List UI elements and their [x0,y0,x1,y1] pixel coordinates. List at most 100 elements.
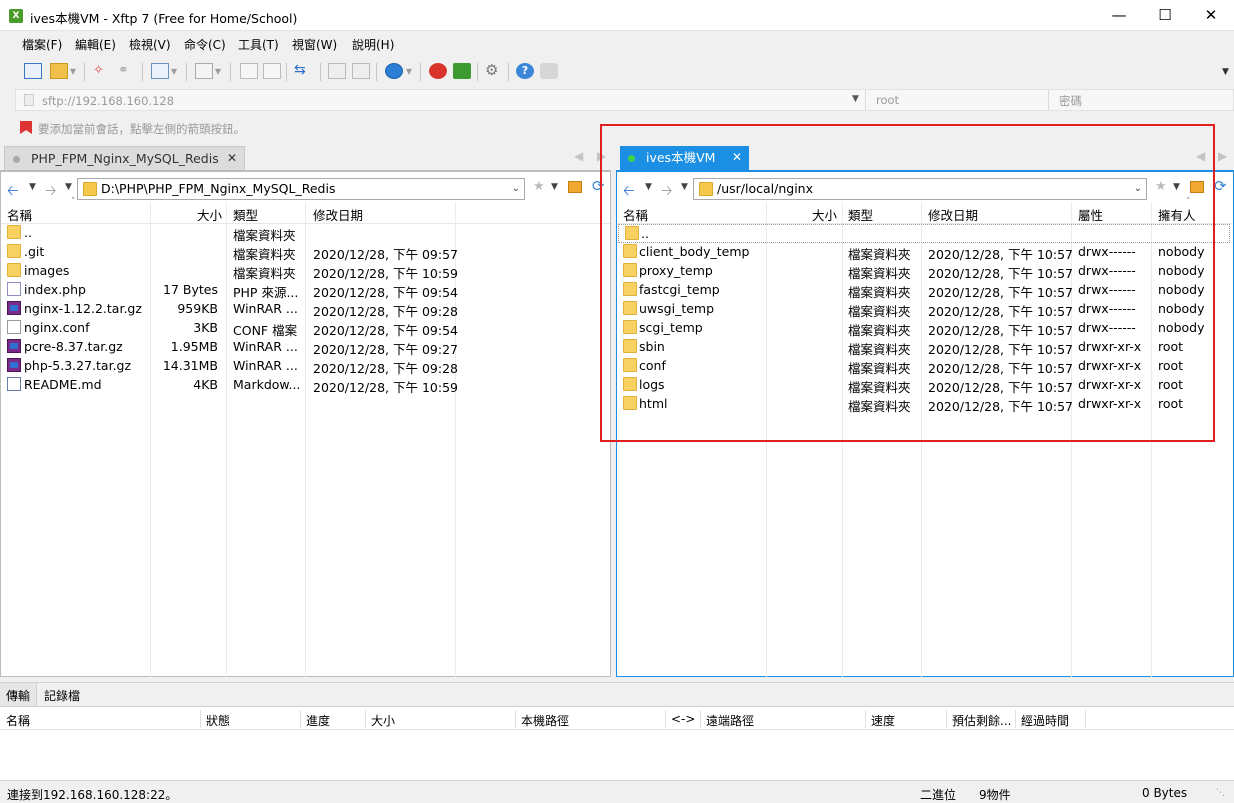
forward-dropdown-icon[interactable]: ▼ [65,182,72,192]
local-path-input[interactable]: D:\PHP\PHP_FPM_Nginx_MySQL_Redis ⌄ [77,178,525,200]
xfer-col-size[interactable]: 大小 [371,712,395,729]
tab-local[interactable]: PHP_FPM_Nginx_MySQL_Redis ✕ [4,146,245,170]
xfer-col-direction[interactable]: <-> [671,712,695,726]
table-row[interactable]: php-5.3.27.tar.gz 14.31MB WinRAR ... 2020/1… [1,357,610,376]
file-name: nginx.conf [24,320,90,335]
xfer-col-remote-path[interactable]: 遠端路徑 [706,712,754,729]
refresh-icon[interactable]: ⟳ [1214,177,1227,195]
toolbar-overflow-icon[interactable]: ▼ [1222,67,1229,77]
compare-icon[interactable] [352,63,370,79]
tab-local-close-icon[interactable]: ✕ [227,147,237,170]
folder-icon [7,263,21,277]
file-size: 4KB [193,377,218,392]
file-type: 檔案資料夾 [233,266,296,281]
paste-icon[interactable] [263,63,281,79]
favorite-dropdown-icon[interactable]: ▼ [551,182,558,192]
col-date[interactable]: 修改日期 [313,205,363,224]
tab-transfer[interactable]: 傳輸 [0,683,38,707]
path-dropdown-icon[interactable]: ⌄ [512,179,520,199]
toolbar-separator [376,63,377,81]
reconnect-icon[interactable]: ⚭ [118,63,136,79]
xfer-col-speed[interactable]: 速度 [871,712,895,729]
table-row[interactable]: .. 檔案資料夾 [1,224,610,243]
toolbar-separator [84,63,85,81]
address-input[interactable]: sftp://192.168.160.128 [42,94,174,108]
properties-dropdown-icon[interactable]: ▾ [171,64,177,78]
column-divider [1015,710,1016,728]
sort-arrow-icon: ˄ [71,197,76,207]
xfer-col-progress[interactable]: 進度 [306,712,330,729]
home-folder-icon[interactable] [568,181,582,193]
xfer-col-elapsed[interactable]: 經過時間 [1021,712,1069,729]
transfer-icon[interactable]: ⇆ [294,63,312,79]
table-row[interactable]: pcre-8.37.tar.gz 1.95MB WinRAR ... 2020/12/… [1,338,610,357]
close-button[interactable]: ✕ [1188,0,1234,31]
menu-help[interactable]: 說明(H) [352,36,394,53]
bookmark-arrow-icon[interactable] [20,121,32,134]
xfer-col-status[interactable]: 狀態 [206,712,230,729]
back-arrow-icon[interactable]: 🡠 [7,180,18,204]
menu-command[interactable]: 命令(C) [184,36,226,53]
forward-arrow-icon[interactable]: 🡢 [45,180,56,204]
minimize-button[interactable]: — [1096,0,1142,31]
col-size[interactable]: 大小 [197,205,222,224]
password-input[interactable]: 密碼 [1059,93,1082,109]
table-row[interactable]: index.php 17 Bytes PHP 來源... 2020/12/28, 下午… [1,281,610,300]
column-divider [515,710,516,728]
col-name[interactable]: 名稱 [7,205,32,224]
lock-icon [24,94,34,106]
maximize-button[interactable]: ☐ [1142,0,1188,31]
table-row[interactable]: README.md 4KB Markdow... 2020/12/28, 下午 10:… [1,376,610,395]
transfer-column-header: 名稱 狀態 進度 大小 本機路徑 <-> 遠端路徑 速度 預估剩餘... 經過時… [0,706,1234,730]
tab-log[interactable]: 記錄檔 [44,687,80,704]
chat-icon[interactable] [540,63,558,79]
open-dropdown-icon[interactable]: ▾ [70,64,76,78]
xfer-col-eta[interactable]: 預估剩餘... [952,712,1011,729]
properties-icon[interactable] [151,63,169,79]
copy-icon[interactable] [240,63,258,79]
table-row[interactable]: nginx.conf 3KB CONF 檔案 2020/12/28, 下午 09:54 [1,319,610,338]
hint-text: 要添加當前會話，點擊左側的箭頭按鈕。 [38,122,245,136]
address-dropdown-icon[interactable]: ▼ [852,94,859,104]
table-row[interactable]: nginx-1.12.2.tar.gz 959KB WinRAR ... 2020/1… [1,300,610,319]
tab-scroll-left-icon[interactable]: ◀ [574,149,583,163]
menu-file[interactable]: 檔案(F) [22,36,62,53]
col-type[interactable]: 類型 [233,205,258,224]
xfer-col-name[interactable]: 名稱 [6,712,30,729]
file-type: WinRAR ... [233,358,298,373]
help-icon[interactable]: ? [516,63,534,79]
toolbar: ▾ ✧ ⚭ ▾ ▾ ⇆ ▾ ⚙ ? ▼ [0,57,1234,87]
file-date: 2020/12/28, 下午 10:59 [313,380,458,395]
terminal-dropdown-icon[interactable]: ▾ [215,64,221,78]
file-name: index.php [24,282,86,297]
menu-window[interactable]: 視窗(W) [292,36,337,53]
terminal-icon[interactable] [195,63,213,79]
highlight-box [600,124,1215,442]
menu-edit[interactable]: 編輯(E) [75,36,116,53]
xftp-icon[interactable] [453,63,471,79]
open-folder-icon[interactable] [50,63,68,79]
tab-scroll-right-icon[interactable]: ▶ [1218,149,1227,163]
xfer-col-local-path[interactable]: 本機路徑 [521,712,569,729]
table-row[interactable]: .git 檔案資料夾 2020/12/28, 下午 09:57 [1,243,610,262]
username-input[interactable]: root [876,93,899,107]
tab-status-dot [13,156,20,163]
favorite-star-icon[interactable]: ★ [533,179,545,194]
file-size: 17 Bytes [163,282,218,297]
disconnect-icon[interactable]: ✧ [93,63,111,79]
globe-dropdown-icon[interactable]: ▾ [406,64,412,78]
sync-icon[interactable] [328,63,346,79]
menu-tools[interactable]: 工具(T) [238,36,279,53]
file-date: 2020/12/28, 下午 09:27 [313,342,458,357]
menu-bar: 檔案(F) 編輯(E) 檢視(V) 命令(C) 工具(T) 視窗(W) 說明(H… [0,31,1234,57]
resize-grip-icon[interactable]: ⋱ [1216,788,1226,798]
back-dropdown-icon[interactable]: ▼ [29,182,36,192]
new-session-icon[interactable] [24,63,42,79]
php-file-icon [7,282,21,296]
file-date: 2020/12/28, 下午 10:59 [313,266,458,281]
settings-gear-icon[interactable]: ⚙ [485,63,503,79]
globe-icon[interactable] [385,63,403,79]
xshell-icon[interactable] [429,63,447,79]
table-row[interactable]: images 檔案資料夾 2020/12/28, 下午 10:59 [1,262,610,281]
menu-view[interactable]: 檢視(V) [129,36,171,53]
